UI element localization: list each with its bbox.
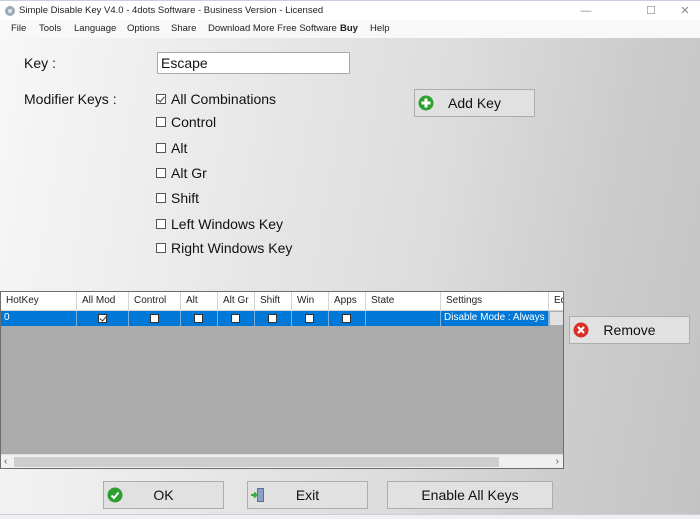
checkbox-icon[interactable] [156,117,166,127]
checkbox-icon[interactable] [156,193,166,203]
menu-bar: File Tools Language Options Share Downlo… [0,20,700,38]
menu-options[interactable]: Options [127,23,160,34]
checkbox-icon[interactable] [342,314,351,323]
column-header-alt-gr[interactable]: Alt Gr [218,292,255,311]
ok-button[interactable]: OK [103,481,224,509]
window-title: Simple Disable Key V4.0 - 4dots Software… [19,5,324,16]
menu-tools[interactable]: Tools [39,23,61,34]
menu-share[interactable]: Share [171,23,196,34]
column-header-all-mod[interactable]: All Mod [77,292,129,311]
modifier-keys-label: Modifier Keys : [24,91,117,107]
hotkey-grid[interactable]: HotKey All Mod Control Alt Alt Gr Shift … [0,291,564,469]
app-icon [5,6,15,16]
minimize-button[interactable]: — [563,1,609,21]
column-header-ed[interactable]: Ed [549,292,563,311]
checkbox-icon[interactable] [231,314,240,323]
cell-apps[interactable] [329,311,366,326]
checkbox-icon[interactable] [268,314,277,323]
cell-alt-gr[interactable] [218,311,255,326]
column-header-settings[interactable]: Settings [441,292,549,311]
checkbox-icon[interactable] [156,143,166,153]
column-header-state[interactable]: State [366,292,441,311]
exit-button[interactable]: Exit [247,481,368,509]
scroll-right-icon[interactable]: › [556,455,559,468]
column-header-apps[interactable]: Apps [329,292,366,311]
column-header-control[interactable]: Control [129,292,181,311]
checkbox-checked-icon[interactable] [156,94,166,104]
title-bar: Simple Disable Key V4.0 - 4dots Software… [0,0,700,20]
checkbox-icon[interactable] [194,314,203,323]
checkbox-all-combinations[interactable]: All Combinations [156,91,276,107]
scroll-left-icon[interactable]: ‹ [4,455,7,468]
checkbox-icon[interactable] [156,219,166,229]
checkbox-right-windows-key[interactable]: Right Windows Key [156,240,292,256]
cell-all-mod[interactable] [77,311,129,326]
table-row[interactable]: 0 Disable Mode : Always [1,311,563,326]
menu-language[interactable]: Language [74,23,116,34]
cell-shift[interactable] [255,311,292,326]
enable-all-keys-button[interactable]: Enable All Keys [387,481,553,509]
checkbox-icon[interactable] [149,314,159,323]
column-header-alt[interactable]: Alt [181,292,218,311]
cell-control[interactable] [129,311,181,326]
cell-settings[interactable]: Disable Mode : Always [441,311,549,326]
remove-icon [573,322,589,338]
cell-alt[interactable] [181,311,218,326]
checkbox-left-windows-key[interactable]: Left Windows Key [156,216,283,232]
checkbox-icon[interactable] [305,314,314,323]
checkbox-control[interactable]: Control [156,114,216,130]
cell-state[interactable] [366,311,441,326]
menu-buy[interactable]: Buy [340,23,358,34]
add-icon [418,95,434,111]
scrollbar-thumb[interactable] [14,457,499,467]
status-strip [0,514,700,519]
grid-header: HotKey All Mod Control Alt Alt Gr Shift … [1,292,563,311]
horizontal-scrollbar[interactable]: ‹ › [1,454,563,468]
close-button[interactable]: ✕ [662,1,700,21]
checkbox-alt-gr[interactable]: Alt Gr [156,165,207,181]
checkbox-icon[interactable] [156,243,166,253]
checkbox-shift[interactable]: Shift [156,190,199,206]
check-icon [107,487,123,503]
exit-door-icon [251,488,264,502]
checkbox-checked-icon[interactable] [97,314,107,323]
menu-help[interactable]: Help [370,23,390,34]
column-header-shift[interactable]: Shift [255,292,292,311]
menu-download-more[interactable]: Download More Free Software [208,23,337,34]
key-input[interactable] [157,52,350,74]
cell-hotkey[interactable]: 0 [1,311,77,326]
column-header-hotkey[interactable]: HotKey [1,292,77,311]
add-key-button[interactable]: Add Key [414,89,535,117]
remove-button[interactable]: Remove [569,316,690,344]
checkbox-icon[interactable] [156,168,166,178]
cell-edit-button[interactable] [549,311,563,326]
cell-win[interactable] [292,311,329,326]
column-header-win[interactable]: Win [292,292,329,311]
checkbox-alt[interactable]: Alt [156,140,187,156]
key-label: Key : [24,55,56,71]
menu-file[interactable]: File [11,23,26,34]
